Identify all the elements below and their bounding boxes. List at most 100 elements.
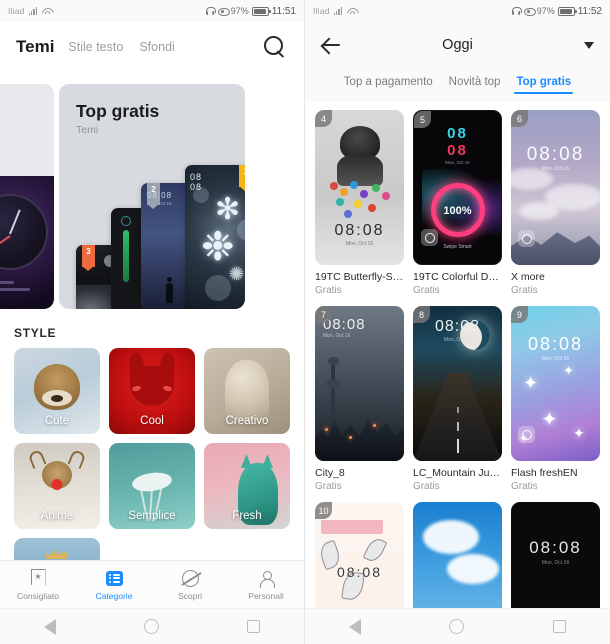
banner-subtitle: Temi xyxy=(76,124,99,136)
back-arrow-icon[interactable] xyxy=(321,34,343,56)
theme-thumbnail[interactable]: 7 08:08 Mon, Oct 16 xyxy=(315,306,404,461)
nav-label: Personali xyxy=(248,590,284,601)
snowflake-icon: ✺ xyxy=(229,264,245,284)
style-tile-cute[interactable]: Cute xyxy=(14,348,100,434)
recents-square-icon[interactable] xyxy=(247,620,260,633)
road-artwork xyxy=(413,373,502,461)
theme-card[interactable]: 5 08 08 Mon, Oct 16 100% Swipe Smart 19T… xyxy=(413,110,502,296)
antler-artwork xyxy=(27,448,47,470)
home-circle-icon[interactable] xyxy=(144,619,159,634)
nav-item-consigliato[interactable]: ★ Consigliato xyxy=(0,561,76,608)
tab-temi[interactable]: Temi xyxy=(16,37,54,57)
theme-price: Gratis xyxy=(511,481,538,492)
theme-thumbnail[interactable]: 5 08 08 Mon, Oct 16 100% Swipe Smart xyxy=(413,110,502,265)
style-tile-semplice[interactable]: Semplice xyxy=(109,443,195,529)
theme-name: City_8 xyxy=(315,467,345,479)
left-screen-body: Temi Stile testo Sfondi nto Top gra xyxy=(0,22,304,644)
back-triangle-icon[interactable] xyxy=(44,618,56,635)
banner-card-previous[interactable]: nto xyxy=(0,84,54,309)
tab-top-a-pagamento[interactable]: Top a pagamento xyxy=(344,76,433,94)
status-bar-right: 97% 11:51 xyxy=(205,6,296,17)
theme-thumbnail[interactable]: 4 08:08 Mon, Oct 16 xyxy=(315,110,404,265)
thumb-date: Mon, Oct 16 xyxy=(323,333,351,339)
home-circle-icon[interactable] xyxy=(449,619,465,634)
banner-carousel[interactable]: nto Top gratis Temi 3 xyxy=(0,72,304,320)
back-triangle-icon[interactable] xyxy=(349,618,362,635)
dual-screenshot-container: Iliad 97% 11:51 Temi Stile testo Sfondi xyxy=(0,0,610,644)
skyline-artwork xyxy=(315,419,404,461)
nav-label: Consigliato xyxy=(16,590,60,601)
chevron-down-icon[interactable] xyxy=(584,41,594,49)
theme-grid: 4 08:08 Mon, Oct 16 19TC Butterfly-S… Gr… xyxy=(315,110,600,608)
theme-thumbnail[interactable]: 10 08:08 xyxy=(315,502,404,608)
wifi-icon xyxy=(347,7,357,15)
status-bar-left: Iliad xyxy=(8,6,52,16)
left-phone-screen: Iliad 97% 11:51 Temi Stile testo Sfondi xyxy=(0,0,305,644)
snowflake-icon: ✻ xyxy=(215,193,241,226)
bokeh-artwork xyxy=(193,187,209,203)
nav-item-categorie[interactable]: Categorie xyxy=(76,561,152,608)
style-section-header: STYLE xyxy=(14,326,57,340)
right-system-navigation-bar xyxy=(305,608,610,644)
theme-grid-scroll[interactable]: 4 08:08 Mon, Oct 16 19TC Butterfly-S… Gr… xyxy=(305,102,610,608)
theme-thumbnail[interactable] xyxy=(413,502,502,608)
thumb-date: Mon, Oct 16 xyxy=(443,337,472,343)
theme-card[interactable] xyxy=(413,502,502,608)
theme-thumbnail[interactable]: 8 08:08 Mon, Oct 16 xyxy=(413,306,502,461)
person-icon xyxy=(257,569,276,588)
theme-card[interactable]: 08:08 Mon, Oct 16 xyxy=(511,502,600,608)
search-icon[interactable] xyxy=(262,34,288,60)
thumb-date-2: Mon, Oct 16 xyxy=(147,201,172,206)
tab-top-gratis[interactable]: Top gratis xyxy=(514,76,573,94)
theme-card[interactable]: 7 08:08 Mon, Oct 16 City_8 Gratis xyxy=(315,306,404,492)
banner-thumb-1: 1 0808 ✻ ❉ ✺ xyxy=(185,165,245,309)
nav-item-personali[interactable]: Personali xyxy=(228,561,304,608)
road-dash xyxy=(456,439,459,453)
rank-ribbon-2-number: 2 xyxy=(151,185,156,194)
theme-card[interactable]: 10 08:08 xyxy=(315,502,404,608)
road-dash xyxy=(456,422,459,431)
style-tile-grid: Cute Cool Creativo Anime Semplice Fresh xyxy=(0,348,304,529)
style-tile-anime[interactable]: Anime xyxy=(14,443,100,529)
theme-thumbnail[interactable]: 9 08:08 Mon, Oct 16 ✦ ✦ ✦ ✦ ✦ xyxy=(511,306,600,461)
thumb-clock-minutes: 08 xyxy=(447,142,468,159)
style-tile-label: Creativo xyxy=(225,415,269,427)
left-content-scroll[interactable]: nto Top gratis Temi 3 xyxy=(0,72,304,560)
city-light-artwork xyxy=(349,436,352,439)
tab-stile-testo[interactable]: Stile testo xyxy=(68,40,123,54)
color-splash-artwork xyxy=(328,180,392,220)
style-tile-fresh[interactable]: Fresh xyxy=(204,443,290,529)
sparkle-icon: ✦ xyxy=(563,363,574,378)
left-bottom-navigation: ★ Consigliato Categorie Scopri Personali xyxy=(0,560,304,608)
battery-icon xyxy=(251,6,271,16)
theme-name: LC_Mountain Ju… xyxy=(413,467,500,479)
recents-square-icon[interactable] xyxy=(552,620,566,633)
tab-sfondi[interactable]: Sfondi xyxy=(139,40,174,54)
theme-card[interactable]: 9 08:08 Mon, Oct 16 ✦ ✦ ✦ ✦ ✦ Flash fres… xyxy=(511,306,600,492)
rank-ribbon-3: 3 xyxy=(82,245,95,271)
nav-item-scopri[interactable]: Scopri xyxy=(152,561,228,608)
style-tile-creativo[interactable]: Creativo xyxy=(204,348,290,434)
thumb-clock-hours: 08 xyxy=(447,125,468,142)
leaf-artwork xyxy=(362,535,388,565)
style-tile-partial[interactable] xyxy=(14,538,100,560)
theme-thumbnail[interactable]: 08:08 Mon, Oct 16 xyxy=(511,502,600,608)
tab-novita-top[interactable]: Novità top xyxy=(449,76,501,94)
theme-card[interactable]: 8 08:08 Mon, Oct 16 LC_Mountain Ju… Grat… xyxy=(413,306,502,492)
eye-comfort-icon xyxy=(217,7,230,16)
theme-price: Gratis xyxy=(413,481,440,492)
banner-card-top-gratis[interactable]: Top gratis Temi 3 2 08:08 Mon, Oct 16 08… xyxy=(59,84,245,309)
style-tile-label: Cool xyxy=(140,415,164,427)
right-status-bar: Iliad 97% 11:52 xyxy=(305,0,610,22)
red-nose-artwork xyxy=(51,479,63,490)
rank-badge: 6 xyxy=(511,110,528,127)
city-light-artwork xyxy=(373,424,376,427)
style-tile-cool[interactable]: Cool xyxy=(109,348,195,434)
sparkle-icon: ✦ xyxy=(541,409,558,431)
theme-card[interactable]: 4 08:08 Mon, Oct 16 19TC Butterfly-S… Gr… xyxy=(315,110,404,296)
nav-label: Categorie xyxy=(95,590,133,601)
theme-name: 19TC Colorful D… xyxy=(413,271,499,283)
theme-thumbnail[interactable]: 6 08:08 Mon, Oct 16 xyxy=(511,110,600,265)
page-title: Oggi xyxy=(442,37,473,53)
theme-card[interactable]: 6 08:08 Mon, Oct 16 X more Gratis xyxy=(511,110,600,296)
